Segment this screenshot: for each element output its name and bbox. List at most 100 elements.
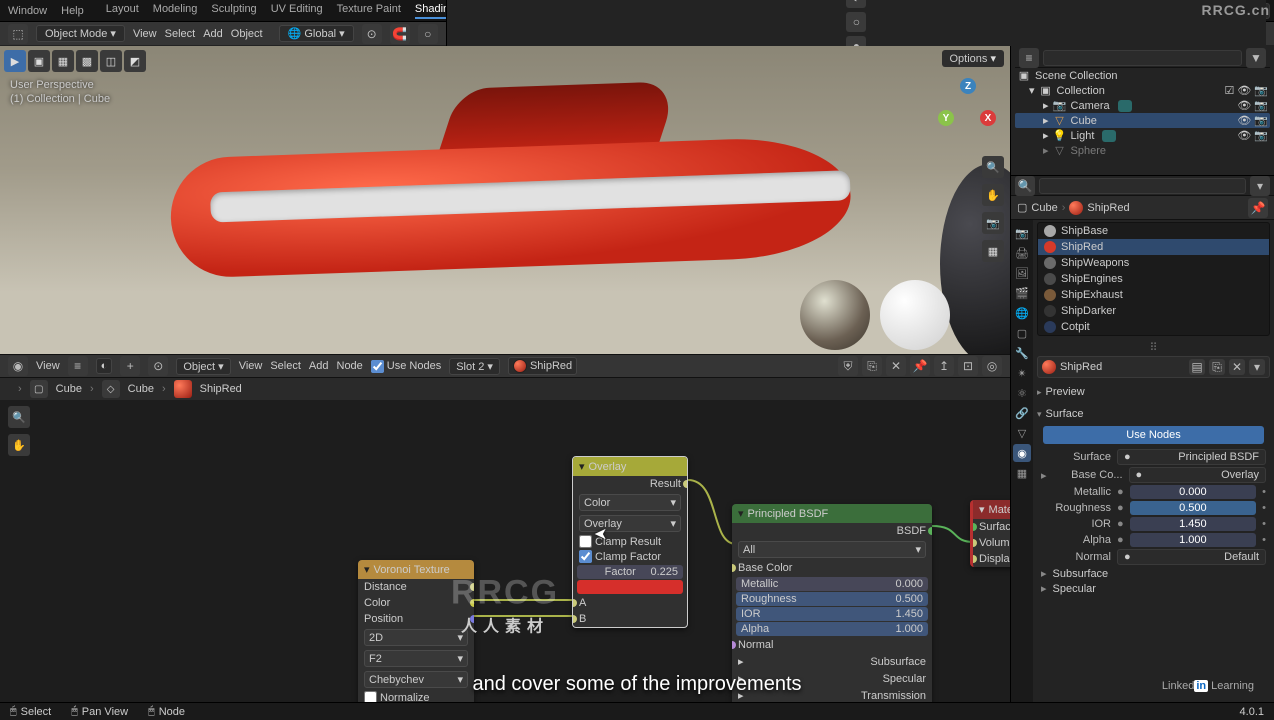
tool-select-box-icon[interactable]: ▣ bbox=[28, 50, 50, 72]
socket-in-disp[interactable] bbox=[970, 555, 977, 563]
snap-icon[interactable]: 🧲 bbox=[390, 24, 410, 44]
subsurface-label[interactable]: Subsurface bbox=[1053, 568, 1109, 580]
resize-handle[interactable]: ⠿ bbox=[1037, 341, 1270, 354]
overlay-mode[interactable]: Color▾ bbox=[579, 494, 681, 511]
overlay-factor[interactable]: Factor0.225 bbox=[577, 565, 683, 579]
panel-preview[interactable]: ▸Preview bbox=[1037, 384, 1270, 400]
material-selector[interactable]: ShipRed bbox=[508, 357, 577, 375]
bsdf-specular[interactable]: Specular bbox=[883, 673, 926, 685]
mat-shipexhaust[interactable]: ShipExhaust bbox=[1038, 287, 1269, 303]
render-icon[interactable]: 📷 bbox=[1254, 114, 1268, 127]
voronoi-feature[interactable]: F2▾ bbox=[364, 650, 468, 667]
node-menu-pin-icon[interactable]: ⊙ bbox=[148, 356, 168, 376]
prop-search-input[interactable] bbox=[1039, 178, 1246, 194]
mat-shipweapons[interactable]: ShipWeapons bbox=[1038, 255, 1269, 271]
tab-material-icon[interactable]: ◉ bbox=[1013, 444, 1031, 462]
tab-object-icon[interactable]: ▢ bbox=[1013, 324, 1031, 342]
alpha-value[interactable]: 1.000 bbox=[1130, 533, 1256, 547]
outliner-camera[interactable]: ▸📷Camera 👁📷 bbox=[1015, 98, 1270, 113]
tab-render-icon[interactable]: 📷 bbox=[1013, 224, 1031, 242]
bsdf-alpha[interactable]: Alpha1.000 bbox=[736, 622, 928, 636]
use-nodes-button[interactable]: Use Nodes bbox=[1043, 426, 1264, 444]
tool-cursor-icon[interactable]: ▶ bbox=[4, 50, 26, 72]
normal-value[interactable]: ●Default bbox=[1117, 549, 1266, 565]
overlay-clamp-result[interactable]: Clamp Result bbox=[573, 534, 687, 549]
collapse-icon[interactable]: ▾ bbox=[738, 507, 744, 520]
editor-type-icon[interactable]: ⬚ bbox=[8, 24, 28, 44]
node-copy-icon[interactable]: ⎘ bbox=[862, 356, 882, 376]
eye-icon[interactable]: 👁 bbox=[1237, 129, 1251, 142]
prop-options-icon[interactable]: ▾ bbox=[1250, 176, 1270, 196]
overlay-color-a[interactable] bbox=[577, 580, 683, 594]
mode-selector[interactable]: Object Mode ▾ bbox=[36, 25, 125, 42]
crumb-mat[interactable]: ShipRed bbox=[1087, 202, 1129, 214]
slot-selector[interactable]: Slot 2 ▾ bbox=[449, 358, 500, 375]
tab-world-icon[interactable]: 🌐 bbox=[1013, 304, 1031, 322]
tab-particles-icon[interactable]: ✴ bbox=[1013, 364, 1031, 382]
overlay-clamp-factor[interactable]: Clamp Factor bbox=[573, 549, 687, 564]
mat-browse-icon[interactable]: ▤ bbox=[1189, 359, 1205, 375]
node-overlay[interactable]: ▾Overlay Result Color▾ Overlay▾ Clamp Re… bbox=[572, 456, 688, 628]
node-parent-icon[interactable]: ↥ bbox=[934, 356, 954, 376]
node-close-icon[interactable]: ✕ bbox=[886, 356, 906, 376]
viewport[interactable]: ▶ ▣ ▦ ▩ ◫ ◩ Options ▾ User Perspective (… bbox=[0, 46, 1010, 354]
outliner-search[interactable] bbox=[1043, 50, 1242, 66]
eye-icon[interactable]: 👁 bbox=[1237, 114, 1251, 127]
outliner-tree[interactable]: ≡ ▼ ▣Scene Collection ▾▣Collection☑👁📷 ▸📷… bbox=[1011, 46, 1274, 175]
restrict-render-icon[interactable]: 📷 bbox=[1254, 84, 1268, 97]
socket-in-basecolor[interactable] bbox=[732, 564, 736, 572]
metallic-value[interactable]: 0.000 bbox=[1130, 485, 1256, 499]
restrict-view-icon[interactable]: 👁 bbox=[1237, 84, 1251, 97]
tab-sculpting[interactable]: Sculpting bbox=[211, 3, 256, 19]
bsdf-transmission[interactable]: Transmission bbox=[861, 690, 926, 702]
render-icon[interactable]: 📷 bbox=[1254, 129, 1268, 142]
outliner-light[interactable]: ▸💡Light 👁📷 bbox=[1015, 128, 1270, 143]
outliner-cube[interactable]: ▸▽Cube👁📷 bbox=[1015, 113, 1270, 128]
shading-wire-icon[interactable]: ○ bbox=[846, 12, 866, 32]
mat-copy-icon[interactable]: ⎘ bbox=[1209, 359, 1225, 375]
tab-modifiers-icon[interactable]: 🔧 bbox=[1013, 344, 1031, 362]
use-nodes-checkbox[interactable]: Use Nodes bbox=[371, 360, 441, 373]
socket-out[interactable] bbox=[470, 583, 474, 591]
tab-constraints-icon[interactable]: 🔗 bbox=[1013, 404, 1031, 422]
crumb-obj[interactable]: Cube bbox=[1031, 202, 1057, 214]
tab-texture-icon[interactable]: ▦ bbox=[1013, 464, 1031, 482]
shader-mode[interactable]: Object ▾ bbox=[176, 358, 230, 375]
xray-icon[interactable]: ◐ bbox=[846, 0, 866, 8]
mat-unlink-icon[interactable]: ✕ bbox=[1229, 359, 1245, 375]
tab-uv[interactable]: UV Editing bbox=[271, 3, 323, 19]
material-name-field[interactable]: ShipRed ▤ ⎘ ✕ ▾ bbox=[1037, 356, 1270, 378]
tab-scene-icon[interactable]: 🎬 bbox=[1013, 284, 1031, 302]
outliner-filter-icon[interactable]: ▼ bbox=[1246, 48, 1266, 68]
outliner-scene-collection[interactable]: ▣Scene Collection bbox=[1015, 68, 1270, 83]
basecolor-value[interactable]: ●Overlay bbox=[1129, 467, 1266, 483]
axis-gizmo[interactable]: Z Y X bbox=[938, 78, 998, 138]
socket-out-color[interactable] bbox=[470, 599, 474, 607]
restrict-select-icon[interactable]: ☑ bbox=[1224, 84, 1234, 97]
shader-type-icon[interactable]: ◐ bbox=[96, 358, 113, 374]
node-principled-bsdf[interactable]: ▾Principled BSDF BSDF All▾ Base Color Me… bbox=[732, 504, 932, 702]
persp-ortho-icon[interactable]: ▦ bbox=[982, 240, 1004, 262]
menu-window[interactable]: Window bbox=[8, 5, 47, 17]
outliner-type-icon[interactable]: ≡ bbox=[1019, 48, 1039, 68]
breadcrumb-a[interactable]: Cube bbox=[56, 383, 82, 395]
node-menu-add[interactable]: Add bbox=[309, 360, 329, 372]
voronoi-dim[interactable]: 2D▾ bbox=[364, 629, 468, 646]
voronoi-normalize[interactable]: Normalize bbox=[358, 690, 474, 702]
crumb-pin-icon[interactable]: 📌 bbox=[1248, 198, 1268, 218]
render-icon[interactable]: 📷 bbox=[1254, 99, 1268, 112]
node-menu-node[interactable]: Node bbox=[337, 360, 363, 372]
socket-in-b[interactable] bbox=[572, 615, 577, 623]
node-menu-add-icon[interactable]: + bbox=[120, 356, 140, 376]
tab-texpaint[interactable]: Texture Paint bbox=[337, 3, 401, 19]
camera-view-icon[interactable]: 📷 bbox=[982, 212, 1004, 234]
node-editor-type-icon[interactable]: ◉ bbox=[8, 356, 28, 376]
vp-menu-view[interactable]: View bbox=[133, 28, 157, 40]
pan-hand-icon[interactable]: ✋ bbox=[982, 184, 1004, 206]
node-material-output[interactable]: ▾Material Surface Volume Displace bbox=[970, 500, 1010, 567]
mat-shipdarker[interactable]: ShipDarker bbox=[1038, 303, 1269, 319]
tab-physics-icon[interactable]: ⚛ bbox=[1013, 384, 1031, 402]
bsdf-ior[interactable]: IOR1.450 bbox=[736, 607, 928, 621]
surface-value[interactable]: ●Principled BSDF bbox=[1117, 449, 1266, 465]
node-shield-icon[interactable]: ⛨ bbox=[838, 356, 858, 376]
